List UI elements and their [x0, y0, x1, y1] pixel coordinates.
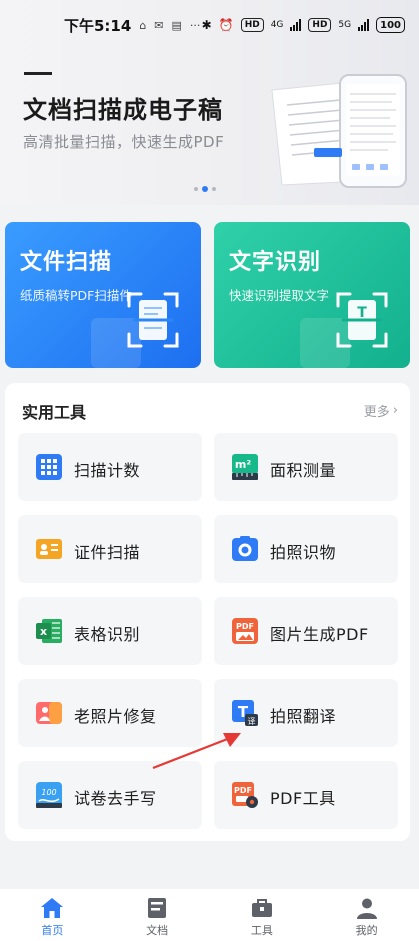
signal-icon-2 — [358, 19, 370, 31]
file-scan-title: 文件扫描 — [20, 250, 113, 275]
text-ocr-icon: T — [336, 292, 388, 348]
tool-label: 拍照识物 — [270, 543, 337, 562]
id-card-scan-icon — [36, 539, 62, 559]
camera-object-icon — [232, 536, 258, 561]
remove-handwriting-icon: 100 — [36, 782, 62, 808]
svg-text:x: x — [40, 625, 47, 638]
tool-id-scan[interactable]: 证件扫描 — [18, 515, 202, 583]
tool-scan-count[interactable]: 扫描计数 — [18, 433, 202, 501]
bottom-navigation: 首页 文档 工具 我的 — [0, 889, 419, 941]
svg-text:PDF: PDF — [234, 786, 252, 795]
tool-area-measure[interactable]: m² 面积测量 — [214, 433, 398, 501]
tool-label: 拍照翻译 — [270, 707, 337, 726]
tools-heading: 实用工具 — [22, 403, 87, 422]
tool-label: 扫描计数 — [74, 461, 141, 480]
signal-icon — [290, 19, 302, 31]
text-recognition-title: 文字识别 — [229, 250, 322, 275]
tool-label: 老照片修复 — [74, 707, 157, 726]
nav-label: 工具 — [250, 924, 273, 937]
banner-dot — [194, 187, 198, 191]
more-status-icon: ··· — [189, 18, 201, 32]
banner-title: 文档扫描成电子稿 — [23, 96, 223, 124]
network-type-2: 5G — [338, 20, 352, 30]
hd-icon: HD — [240, 18, 264, 32]
home-icon — [41, 898, 64, 918]
banner-pagination — [194, 186, 216, 192]
svg-text:100: 100 — [41, 788, 56, 797]
file-scan-card[interactable]: 文件扫描 纸质稿转PDF扫描件 — [5, 222, 201, 368]
message-icon: ✉ — [154, 18, 164, 32]
nav-profile[interactable]: 我的 — [314, 889, 419, 941]
toolbox-icon — [251, 899, 272, 917]
area-measure-icon: m² — [232, 454, 258, 480]
image-to-pdf-icon: PDF — [232, 618, 258, 644]
text-recognition-card[interactable]: 文字识别 快速识别提取文字 T — [214, 222, 410, 368]
scan-count-icon — [36, 454, 62, 480]
tool-label: 试卷去手写 — [74, 789, 157, 808]
pdf-tools-icon: PDF — [232, 782, 258, 808]
nav-label: 首页 — [41, 924, 64, 937]
document-scan-icon — [127, 292, 179, 348]
hd-icon-2: HD — [308, 18, 332, 32]
nav-label: 我的 — [355, 924, 378, 937]
banner-dot-active — [202, 186, 208, 192]
excel-table-icon: x — [36, 619, 62, 643]
svg-text:T: T — [357, 305, 367, 321]
banner-illustration — [271, 74, 407, 188]
nav-tools[interactable]: 工具 — [210, 889, 315, 941]
tool-label: 面积测量 — [270, 461, 337, 480]
notification-icon: ⌂ — [139, 18, 147, 32]
tool-label: 证件扫描 — [74, 543, 141, 562]
tool-label: 表格识别 — [74, 625, 141, 644]
chevron-right-icon: › — [392, 403, 398, 418]
tool-image-to-pdf[interactable]: PDF 图片生成PDF — [214, 597, 398, 665]
file-scan-subtitle: 纸质稿转PDF扫描件 — [20, 288, 132, 303]
network-type-1: 4G — [270, 20, 284, 30]
banner-subtitle: 高清批量扫描，快速生成PDF — [23, 133, 225, 151]
tool-pdf-tools[interactable]: PDF PDF工具 — [214, 761, 398, 829]
nav-home[interactable]: 首页 — [0, 889, 105, 941]
tool-photo-translate[interactable]: T 译 拍照翻译 — [214, 679, 398, 747]
storage-icon: ▤ — [171, 18, 182, 32]
document-icon — [148, 898, 167, 918]
more-tools-link[interactable]: 更多 › — [364, 401, 398, 420]
status-time: 下午5:14 — [64, 16, 132, 35]
nav-label: 文档 — [146, 924, 169, 937]
tool-photo-restore[interactable]: 老照片修复 — [18, 679, 202, 747]
profile-icon — [356, 898, 377, 919]
photo-restore-icon — [36, 702, 62, 724]
tool-label: PDF工具 — [270, 789, 336, 808]
bluetooth-icon: ✱ — [201, 18, 212, 32]
tool-remove-handwriting[interactable]: 100 试卷去手写 — [18, 761, 202, 829]
svg-text:译: 译 — [248, 717, 256, 726]
text-recognition-subtitle: 快速识别提取文字 — [229, 288, 330, 303]
utility-tools-panel: 实用工具 更多 › 扫描计数 m² 面积测量 证件扫描 拍照识物 x 表格识别 … — [5, 383, 410, 841]
svg-text:PDF: PDF — [236, 622, 254, 631]
tool-label: 图片生成PDF — [270, 625, 369, 644]
banner-dot — [212, 187, 216, 191]
more-label: 更多 — [363, 405, 390, 420]
photo-translate-icon: T 译 — [232, 700, 258, 726]
tool-camera-recognize[interactable]: 拍照识物 — [214, 515, 398, 583]
alarm-icon: ⏰ — [218, 18, 234, 32]
tool-table-recognize[interactable]: x 表格识别 — [18, 597, 202, 665]
svg-text:m²: m² — [235, 458, 251, 471]
nav-documents[interactable]: 文档 — [105, 889, 210, 941]
battery-icon: 100 — [376, 17, 405, 33]
status-bar: 下午5:14 ⌂ ✉ ▤ ··· ✱ ⏰ HD 4G HD 5G 100 — [0, 0, 419, 50]
banner-dash — [24, 72, 52, 75]
